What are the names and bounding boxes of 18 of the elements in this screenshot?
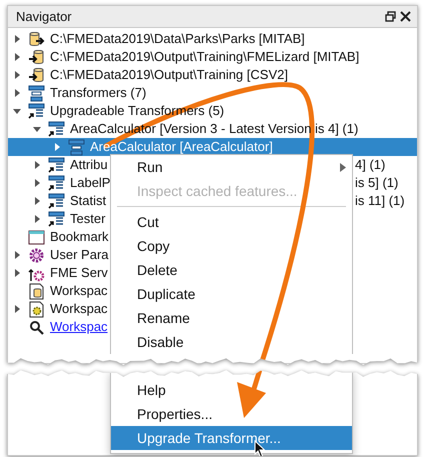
tree-label: Statist bbox=[70, 192, 106, 210]
panel-title: Navigator bbox=[16, 8, 72, 26]
tree-label: AreaCalculator [AreaCalculator] bbox=[90, 138, 273, 156]
tree-label: Workspac bbox=[50, 282, 108, 300]
tree-label: Bookmark bbox=[50, 228, 109, 246]
tree-label: 4] (1) bbox=[355, 156, 386, 174]
tree-label: is 5] (1) bbox=[355, 174, 398, 192]
tree-label: C:\FMEData2019\Output\Training\FMELizard [MITAB] bbox=[50, 48, 360, 66]
tree-label: User Para bbox=[50, 246, 109, 264]
tree-label: C:\FMEData2019\Output\Training [CSV2] bbox=[50, 66, 288, 84]
tree-label: is 11] (1) bbox=[355, 192, 405, 210]
tree-label: FME Serv bbox=[50, 264, 108, 282]
tree-label: Workspac bbox=[50, 300, 108, 318]
tree-label: Transformers (7) bbox=[50, 84, 146, 102]
tree-label: Tester bbox=[70, 210, 106, 228]
tree-label: Attribu bbox=[70, 156, 108, 174]
tree-label: C:\FMEData2019\Data\Parks\Parks [MITAB] bbox=[50, 30, 305, 48]
tree-label: LabelP bbox=[70, 174, 110, 192]
